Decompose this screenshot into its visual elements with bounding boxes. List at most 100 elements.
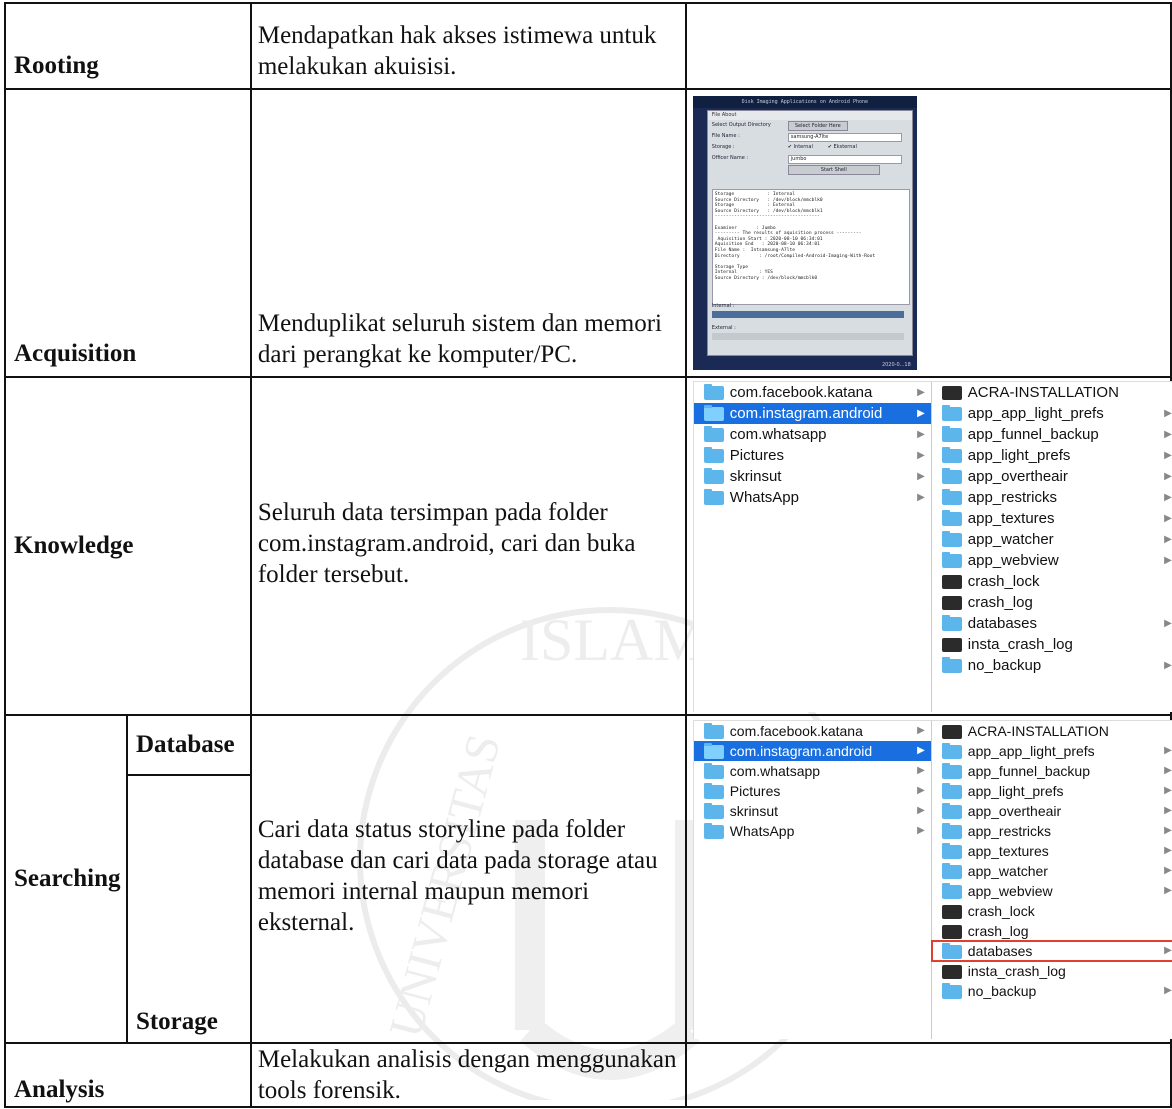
folder-icon — [703, 723, 724, 739]
folder-icon — [941, 447, 962, 463]
start-shell-button[interactable]: Start Shell — [787, 165, 880, 175]
folder-icon — [941, 843, 962, 859]
finder-item-label: crash_lock — [967, 903, 1035, 919]
internal-checkbox[interactable]: ✔ Internal — [788, 144, 813, 150]
finder-item-com-facebook-katana[interactable]: com.facebook.katana ▶ — [694, 382, 931, 403]
finder-item-app-watcher[interactable]: app_watcher ▶ — [932, 529, 1172, 550]
finder-item-label: Pictures — [729, 447, 784, 464]
terminal-file-icon — [941, 905, 962, 919]
terminal-file-icon — [941, 575, 962, 589]
finder-item-label: Pictures — [729, 783, 781, 799]
finder-item-app-funnel-backup[interactable]: app_funnel_backup ▶ — [932, 761, 1172, 781]
substage-label: Storage — [125, 774, 252, 1044]
finder-item-skrinsut[interactable]: skrinsut ▶ — [694, 801, 931, 821]
finder-item-com-whatsapp[interactable]: com.whatsapp ▶ — [694, 761, 931, 781]
table-row: Rooting Mendapatkan hak akses istimewa u… — [4, 2, 1172, 90]
finder-item-databases[interactable]: databases ▶ — [930, 940, 1172, 962]
finder-item-whatsapp[interactable]: WhatsApp ▶ — [694, 821, 931, 841]
finder-item-app-app-light-prefs[interactable]: app_app_light_prefs ▶ — [932, 403, 1172, 424]
finder-item-skrinsut[interactable]: skrinsut ▶ — [694, 466, 931, 487]
stage-description: Mendapatkan hak akses istimewa untuk mel… — [249, 2, 687, 90]
chevron-right-icon: ▶ — [917, 825, 925, 836]
finder-item-app-textures[interactable]: app_textures ▶ — [932, 508, 1172, 529]
finder-item-pictures[interactable]: Pictures ▶ — [694, 445, 931, 466]
finder-item-whatsapp[interactable]: WhatsApp ▶ — [694, 487, 931, 508]
chevron-right-icon: ▶ — [917, 725, 925, 736]
finder-item-app-webview[interactable]: app_webview ▶ — [932, 550, 1172, 571]
chevron-right-icon: ▶ — [1164, 555, 1172, 566]
finder-item-app-restricks[interactable]: app_restricks ▶ — [932, 821, 1172, 841]
finder-item-acra-installation[interactable]: ACRA-INSTALLATION — [932, 721, 1172, 741]
finder-item-label: app_funnel_backup — [967, 426, 1099, 443]
finder-item-com-facebook-katana[interactable]: com.facebook.katana ▶ — [694, 721, 931, 741]
finder-item-insta-crash-log[interactable]: insta_crash_log — [932, 961, 1172, 981]
finder-item-acra-installation[interactable]: ACRA-INSTALLATION — [932, 382, 1172, 403]
finder-item-label: app_funnel_backup — [967, 763, 1091, 779]
stage-label: Searching — [4, 714, 128, 1044]
finder-item-app-overtheair[interactable]: app_overtheair ▶ — [932, 801, 1172, 821]
folder-icon — [941, 983, 962, 999]
app-timestamp: 2020-0...18 — [881, 362, 911, 368]
folder-icon — [703, 405, 724, 421]
finder-item-app-textures[interactable]: app_textures ▶ — [932, 841, 1172, 861]
finder-item-label: crash_log — [967, 594, 1033, 611]
folder-icon — [941, 405, 962, 421]
finder-item-app-app-light-prefs[interactable]: app_app_light_prefs ▶ — [932, 741, 1172, 761]
folder-icon — [941, 489, 962, 505]
terminal-file-icon — [941, 965, 962, 979]
folder-icon — [941, 531, 962, 547]
finder-item-app-funnel-backup[interactable]: app_funnel_backup ▶ — [932, 424, 1172, 445]
finder-item-label: app_restricks — [967, 489, 1057, 506]
chevron-right-icon: ▶ — [1164, 534, 1172, 545]
finder-item-pictures[interactable]: Pictures ▶ — [694, 781, 931, 801]
finder-item-insta-crash-log[interactable]: insta_crash_log — [932, 634, 1172, 655]
forensic-stages-table: Rooting Mendapatkan hak akses istimewa u… — [4, 2, 1172, 1108]
chevron-right-icon: ▶ — [917, 745, 925, 756]
chevron-right-icon: ▶ — [917, 471, 925, 482]
finder-item-app-webview[interactable]: app_webview ▶ — [932, 881, 1172, 901]
finder-column-right: ACRA-INSTALLATION app_app_light_prefs ▶ app… — [932, 382, 1172, 712]
finder-item-com-whatsapp[interactable]: com.whatsapp ▶ — [694, 424, 931, 445]
finder-item-app-light-prefs[interactable]: app_light_prefs ▶ — [932, 445, 1172, 466]
folder-icon — [941, 552, 962, 568]
finder-item-crash-log[interactable]: crash_log — [932, 592, 1172, 613]
finder-item-label: app_textures — [967, 843, 1049, 859]
table-row: Acquisition Menduplikat seluruh sistem d… — [4, 88, 1172, 378]
finder-item-app-overtheair[interactable]: app_overtheair ▶ — [932, 466, 1172, 487]
app-menu: File About — [707, 111, 912, 120]
finder-item-label: com.instagram.android — [729, 405, 883, 422]
finder-item-label: databases — [967, 615, 1038, 632]
table-row: Analysis Melakukan analisis dengan mengg… — [4, 1042, 1172, 1108]
chevron-right-icon: ▶ — [1164, 492, 1172, 503]
finder-item-databases[interactable]: databases ▶ — [932, 613, 1172, 634]
file-name-input[interactable]: samsung-A7lte — [787, 133, 902, 142]
finder-item-com-instagram-android[interactable]: com.instagram.android ▶ — [693, 403, 931, 424]
finder-item-crash-log[interactable]: crash_log — [932, 921, 1172, 941]
terminal-file-icon — [941, 386, 962, 400]
folder-icon — [941, 763, 962, 779]
chevron-right-icon: ▶ — [1164, 745, 1172, 756]
app-title: Disk Imaging Applications on Android Pho… — [692, 96, 917, 108]
finder-item-crash-lock[interactable]: crash_lock — [932, 571, 1172, 592]
finder-item-app-light-prefs[interactable]: app_light_prefs ▶ — [932, 781, 1172, 801]
finder-item-label: app_overtheair — [967, 803, 1062, 819]
folder-icon — [941, 615, 962, 631]
folder-icon — [703, 763, 724, 779]
chevron-right-icon: ▶ — [1164, 825, 1172, 836]
storage-label: Storage : — [711, 144, 735, 150]
officer-input[interactable]: jumbo — [787, 155, 902, 164]
finder-item-com-instagram-android[interactable]: com.instagram.android ▶ — [693, 741, 931, 761]
folder-icon — [703, 426, 724, 442]
finder-item-label: app_watcher — [967, 531, 1054, 548]
select-folder-button[interactable]: Select Folder Here — [787, 121, 848, 131]
finder-item-no-backup[interactable]: no_backup ▶ — [932, 981, 1172, 1001]
folder-icon — [941, 943, 962, 959]
finder-item-no-backup[interactable]: no_backup ▶ — [932, 655, 1172, 676]
external-checkbox[interactable]: ✔ Eksternal — [828, 144, 857, 150]
terminal-file-icon — [941, 925, 962, 939]
finder-item-app-watcher[interactable]: app_watcher ▶ — [932, 861, 1172, 881]
finder-item-crash-lock[interactable]: crash_lock — [932, 901, 1172, 921]
folder-icon — [941, 657, 962, 673]
internal-progress-bar — [711, 311, 904, 318]
finder-item-app-restricks[interactable]: app_restricks ▶ — [932, 487, 1172, 508]
